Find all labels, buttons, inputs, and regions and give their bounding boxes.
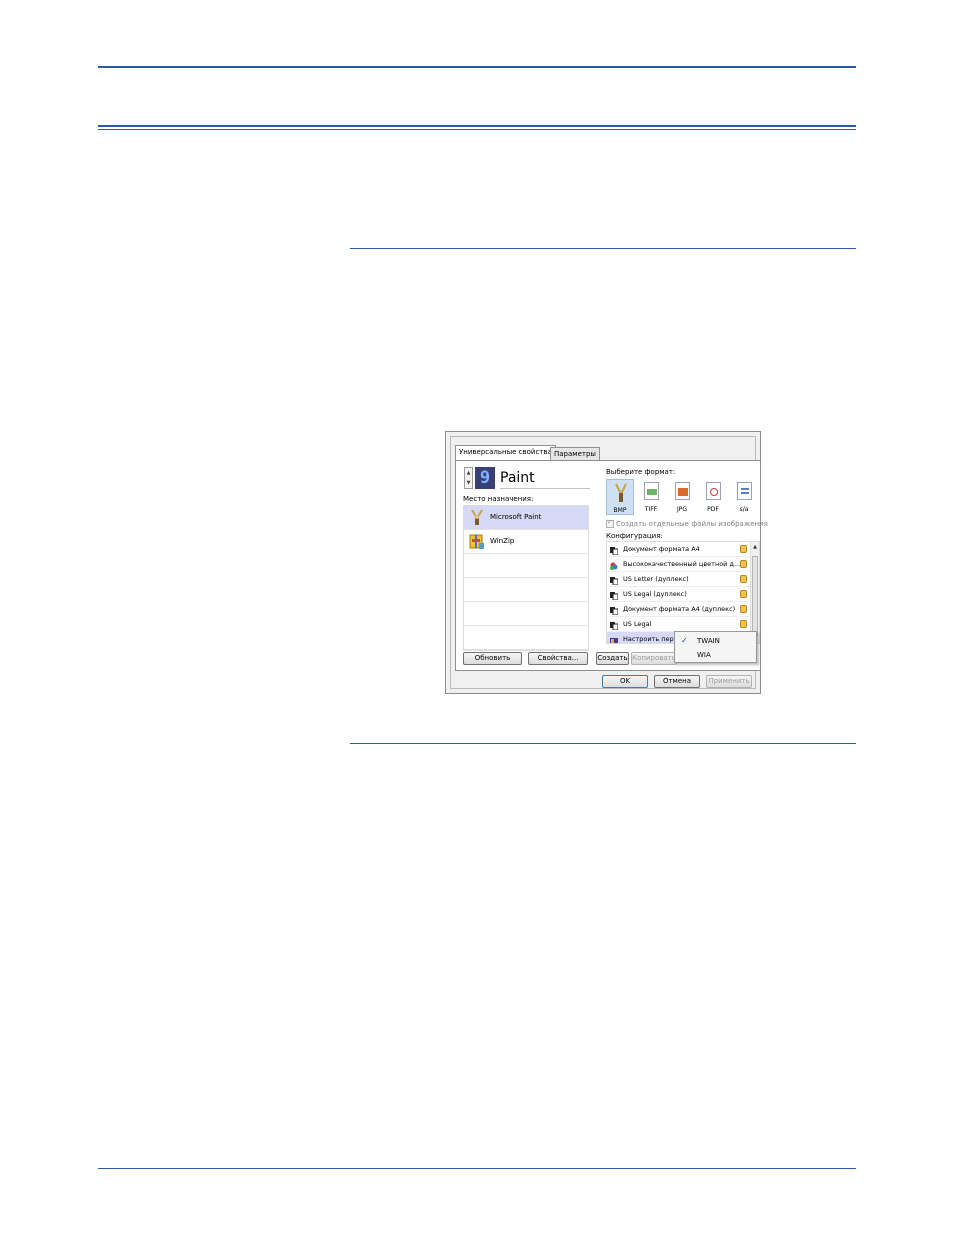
- bw-doc-icon: [610, 621, 619, 631]
- config-item[interactable]: US Letter (дуплекс): [607, 572, 751, 587]
- config-item-label: US Legal (дуплекс): [623, 590, 687, 598]
- destination-item-empty: [464, 626, 588, 650]
- header-rule-top: [98, 66, 856, 68]
- format-label-bmp: BMP: [613, 507, 627, 514]
- pdf-file-icon: [706, 482, 721, 500]
- lock-icon: [740, 590, 747, 598]
- bw-doc-icon: [610, 576, 619, 586]
- config-item-label: US Legal: [623, 620, 652, 628]
- scanner-config-icon: [610, 636, 618, 643]
- scroll-up-icon[interactable]: ▲: [751, 542, 759, 552]
- lock-icon: [740, 605, 747, 613]
- ok-button[interactable]: OK: [602, 675, 648, 688]
- destination-item-label: WinZip: [490, 537, 515, 545]
- format-label-sa: s/a: [739, 506, 749, 513]
- separate-files-label: Создать отдельные файлы изображения: [616, 520, 768, 528]
- format-sa[interactable]: s/a: [730, 479, 758, 515]
- spin-down-icon[interactable]: ▼: [465, 478, 472, 488]
- config-list-scrollbar[interactable]: ▲: [750, 542, 759, 643]
- tab-parameters[interactable]: Параметры: [550, 447, 600, 460]
- checkmark-icon: ✓: [681, 636, 688, 645]
- profile-spinner[interactable]: ▲ ▼: [464, 467, 473, 489]
- profile-name: Paint: [500, 468, 590, 489]
- config-item[interactable]: Высококачественный цветной д...: [607, 557, 751, 572]
- config-item[interactable]: US Legal (дуплекс): [607, 587, 751, 602]
- configuration-label: Конфигурация:: [606, 532, 663, 540]
- bw-doc-icon: [610, 606, 619, 616]
- destination-item-label: Microsoft Paint: [490, 513, 542, 521]
- profile-number-display: 9: [475, 467, 495, 489]
- format-label-tiff: TIFF: [644, 506, 658, 513]
- header-rule-double-1: [98, 125, 856, 127]
- format-label-jpg: JPG: [676, 506, 688, 513]
- format-pdf[interactable]: PDF: [699, 479, 727, 515]
- destination-item-microsoft-paint[interactable]: Microsoft Paint: [464, 506, 588, 530]
- destination-item-empty: [464, 554, 588, 578]
- lock-icon: [740, 545, 747, 553]
- config-item[interactable]: Документ формата A4: [607, 542, 751, 557]
- properties-button[interactable]: Свойства...: [528, 652, 588, 665]
- destination-list[interactable]: Microsoft Paint WinZip: [463, 505, 589, 651]
- scanner-properties-dialog: Универсальные свойства Параметры ▲ ▼ 9 P…: [445, 431, 768, 694]
- sa-file-icon: [737, 482, 752, 500]
- spin-up-icon[interactable]: ▲: [465, 468, 472, 478]
- config-item-label: Документ формата A4 (дуплекс): [623, 605, 736, 613]
- bmp-paint-icon: [614, 483, 629, 503]
- config-item-label: US Letter (дуплекс): [623, 575, 689, 583]
- destination-item-empty: [464, 578, 588, 602]
- apply-button[interactable]: Применить: [706, 675, 752, 688]
- menu-item-wia[interactable]: WIA: [697, 651, 711, 659]
- destination-label: Место назначения:: [463, 495, 534, 503]
- section-rule-lower: [350, 743, 856, 744]
- footer-rule: [98, 1168, 856, 1169]
- paint-icon: [469, 509, 485, 526]
- destination-item-winzip[interactable]: WinZip: [464, 530, 588, 554]
- config-item-label: Высококачественный цветной д...: [623, 560, 741, 568]
- dialog-frame: Универсальные свойства Параметры ▲ ▼ 9 P…: [450, 436, 768, 689]
- scrollbar-thumb[interactable]: [752, 556, 758, 636]
- tab-universal-properties[interactable]: Универсальные свойства: [455, 445, 556, 461]
- destination-item-empty: [464, 602, 588, 626]
- separate-files-checkbox[interactable]: ✓: [606, 518, 614, 528]
- tiff-file-icon: [644, 482, 659, 500]
- config-item[interactable]: Документ формата A4 (дуплекс): [607, 602, 751, 617]
- scan-driver-context-menu: ✓ TWAIN WIA: [674, 631, 757, 663]
- lock-icon: [740, 560, 747, 568]
- format-label: Выберите формат:: [606, 468, 676, 476]
- config-item-label: Документ формата A4: [623, 545, 700, 553]
- format-label-pdf: PDF: [707, 506, 719, 513]
- format-tiff[interactable]: TIFF: [637, 479, 665, 515]
- format-jpg[interactable]: JPG: [668, 479, 696, 515]
- format-bmp[interactable]: BMP: [606, 479, 634, 515]
- bw-doc-icon: [610, 546, 619, 556]
- lock-icon: [740, 620, 747, 628]
- cancel-button[interactable]: Отмена: [654, 675, 700, 688]
- jpg-file-icon: [675, 482, 690, 500]
- config-item[interactable]: US Legal: [607, 617, 751, 632]
- bw-doc-icon: [610, 591, 619, 601]
- refresh-button[interactable]: Обновить: [463, 652, 522, 665]
- color-doc-icon: [610, 561, 618, 570]
- lock-icon: [740, 575, 747, 583]
- header-rule-double-2: [98, 129, 856, 130]
- section-rule-upper: [350, 248, 856, 249]
- copy-button[interactable]: Копировать: [631, 652, 677, 665]
- tab-panel: ▲ ▼ 9 Paint Место назначения: Microsoft …: [455, 460, 768, 671]
- configuration-list[interactable]: Документ формата A4 Высококачественный ц…: [606, 541, 760, 644]
- winzip-icon: [469, 533, 485, 550]
- create-button[interactable]: Создать: [596, 652, 629, 665]
- check-icon: ✓: [607, 518, 613, 526]
- menu-item-twain[interactable]: TWAIN: [697, 637, 720, 645]
